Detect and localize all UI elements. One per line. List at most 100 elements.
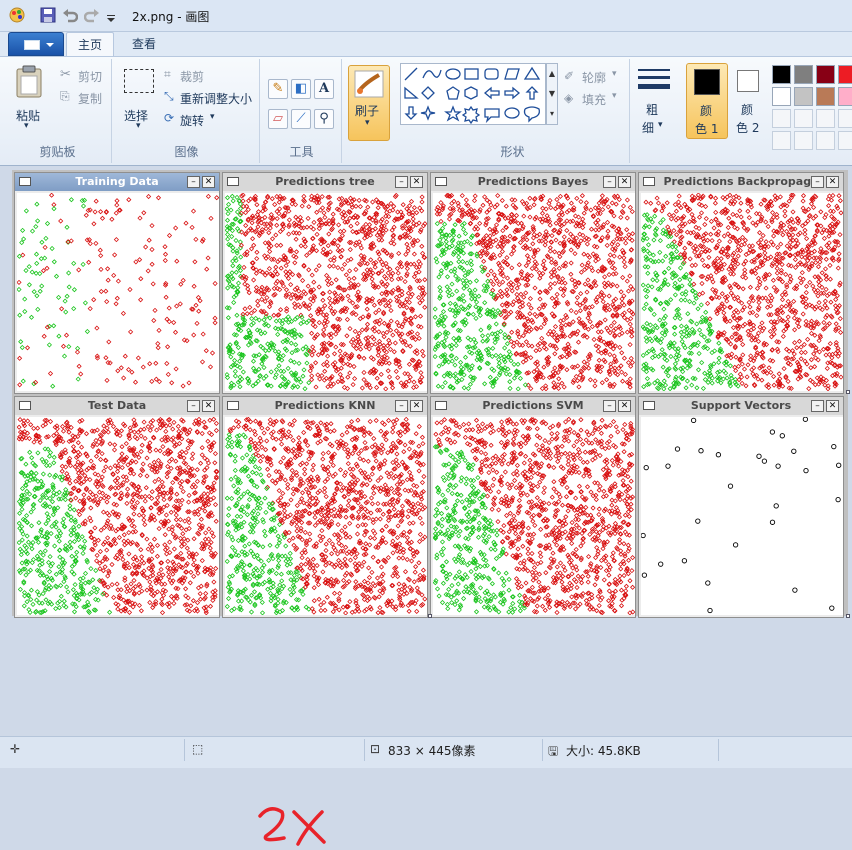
ribbon: 粘贴 ▾ ✂ 剪切 ⎘ 复制 剪贴板 选择 ▾ ⌗ 裁剪 ⤡ 重新调整大小 ⟳ … <box>0 56 852 166</box>
palette-swatch[interactable] <box>772 65 791 84</box>
customize-quick-access-icon[interactable] <box>106 12 116 26</box>
scatter-plot <box>17 193 219 391</box>
color-picker-icon[interactable]: ⟋ <box>291 109 311 129</box>
tools-group: ✎ ◧ A ▱ ⟋ ⚲ 工具 <box>262 59 342 163</box>
window-icon <box>435 177 447 186</box>
tab-home[interactable]: 主页 <box>66 32 114 56</box>
image-group: 选择 ▾ ⌗ 裁剪 ⤡ 重新调整大小 ⟳ 旋转 ▾ 图像 <box>114 59 260 163</box>
chart-panel[interactable]: Predictions tree–✕ <box>222 172 428 394</box>
crop-button[interactable]: 裁剪 <box>180 68 204 85</box>
scissors-icon: ✂ <box>60 67 71 82</box>
fill-button[interactable]: 填充 <box>582 91 606 108</box>
palette-swatch[interactable] <box>794 87 813 106</box>
window-title: 2x.png - 画图 <box>132 8 209 25</box>
close-button[interactable]: ✕ <box>202 400 215 412</box>
redo-icon[interactable] <box>84 7 100 26</box>
magnifier-icon[interactable]: ⚲ <box>314 109 334 129</box>
rotate-icon: ⟳ <box>164 111 174 125</box>
window-icon <box>19 401 31 410</box>
plot-background <box>641 193 843 391</box>
palette-swatch[interactable] <box>816 87 835 106</box>
palette-swatch[interactable] <box>838 87 852 106</box>
size-dropdown-icon: ▾ <box>658 120 663 130</box>
color2-label-2: 色 2 <box>736 119 759 136</box>
chart-panel[interactable]: Test Data–✕ <box>14 396 220 618</box>
image-canvas[interactable]: Training Data–✕Predictions tree–✕Predict… <box>12 170 848 616</box>
copy-button[interactable]: 复制 <box>78 90 102 107</box>
paste-button[interactable]: 粘贴 ▾ <box>10 63 50 135</box>
plot-background <box>17 193 219 391</box>
outline-dropdown-icon: ▾ <box>612 69 617 79</box>
brush-icon <box>353 69 385 99</box>
brushes-dropdown-icon: ▾ <box>365 118 370 128</box>
palette-swatch[interactable] <box>816 131 835 150</box>
chart-panel[interactable]: Training Data–✕ <box>14 172 220 394</box>
palette-swatch[interactable] <box>838 65 852 84</box>
text-tool-icon[interactable]: A <box>314 79 334 99</box>
shapes-group: ▲▼▾ ✐ 轮廓 ▾ ◈ 填充 ▾ 形状 <box>396 59 630 163</box>
rotate-dropdown-icon[interactable]: ▾ <box>210 112 215 122</box>
cut-button[interactable]: 剪切 <box>78 68 102 85</box>
clipboard-icon <box>15 65 45 99</box>
paint-app-icon[interactable] <box>8 6 26 27</box>
palette-swatch[interactable] <box>772 87 791 106</box>
outline-button[interactable]: 轮廓 <box>582 69 606 86</box>
shapes-scroll[interactable]: ▲▼▾ <box>546 63 558 125</box>
crop-icon: ⌗ <box>164 67 171 82</box>
shapes-gallery[interactable] <box>400 63 546 125</box>
resize-button[interactable]: 重新调整大小 <box>180 90 252 107</box>
scatter-plot <box>433 193 635 391</box>
workspace: Training Data–✕Predictions tree–✕Predict… <box>0 166 852 736</box>
color2-swatch <box>737 70 759 92</box>
rotate-button[interactable]: 旋转 <box>180 112 204 129</box>
color2-button[interactable]: 颜 色 2 <box>730 63 770 139</box>
chart-panel[interactable]: Predictions Bayes–✕ <box>430 172 636 394</box>
pencil-icon[interactable]: ✎ <box>268 79 288 99</box>
brushes-label: 刷子 <box>355 102 379 119</box>
palette-swatch[interactable] <box>794 109 813 128</box>
window-icon <box>19 177 31 186</box>
window-icon <box>227 177 239 186</box>
window-icon <box>643 177 655 186</box>
application-menu-button[interactable] <box>8 32 64 56</box>
color1-button[interactable]: 颜 色 1 <box>686 63 728 139</box>
minimize-button[interactable]: – <box>603 176 616 188</box>
close-button[interactable]: ✕ <box>826 176 839 188</box>
save-icon[interactable] <box>40 7 56 26</box>
brushes-button[interactable]: 刷子 ▾ <box>348 65 390 141</box>
minimize-button[interactable]: – <box>395 176 408 188</box>
minimize-button[interactable]: – <box>187 400 200 412</box>
minimize-button[interactable]: – <box>187 176 200 188</box>
palette-swatch[interactable] <box>772 109 791 128</box>
palette-swatch[interactable] <box>816 65 835 84</box>
chevron-down-icon <box>46 43 54 47</box>
select-dropdown-icon[interactable]: ▾ <box>136 121 141 131</box>
color-palette <box>772 65 852 135</box>
close-button[interactable]: ✕ <box>410 176 423 188</box>
tab-view[interactable]: 查看 <box>120 32 168 56</box>
eraser-icon[interactable]: ▱ <box>268 109 288 129</box>
size-button[interactable]: 粗 细 ▾ <box>634 63 674 141</box>
clipboard-group-label: 剪贴板 <box>4 143 111 160</box>
palette-swatch[interactable] <box>772 131 791 150</box>
title-bar: 2x.png - 画图 <box>0 0 852 32</box>
resize-icon: ⤡ <box>164 89 174 104</box>
undo-icon[interactable] <box>62 7 78 26</box>
paste-dropdown-icon[interactable]: ▾ <box>24 121 29 131</box>
close-button[interactable]: ✕ <box>618 176 631 188</box>
palette-swatch[interactable] <box>838 131 852 150</box>
palette-swatch[interactable] <box>838 109 852 128</box>
select-button[interactable]: 选择 ▾ <box>118 63 160 135</box>
outline-icon: ✐ <box>564 69 574 83</box>
ribbon-tab-bar: 主页 查看 <box>0 32 852 56</box>
minimize-button[interactable]: – <box>811 176 824 188</box>
close-button[interactable]: ✕ <box>202 176 215 188</box>
color1-label-1: 颜 <box>700 102 712 119</box>
color1-label-2: 色 1 <box>695 120 718 137</box>
chart-panel[interactable]: Predictions Backpropaga–✕ <box>638 172 844 394</box>
scatter-plot <box>17 417 219 615</box>
palette-swatch[interactable] <box>794 65 813 84</box>
palette-swatch[interactable] <box>816 109 835 128</box>
palette-swatch[interactable] <box>794 131 813 150</box>
fill-bucket-icon[interactable]: ◧ <box>291 79 311 99</box>
